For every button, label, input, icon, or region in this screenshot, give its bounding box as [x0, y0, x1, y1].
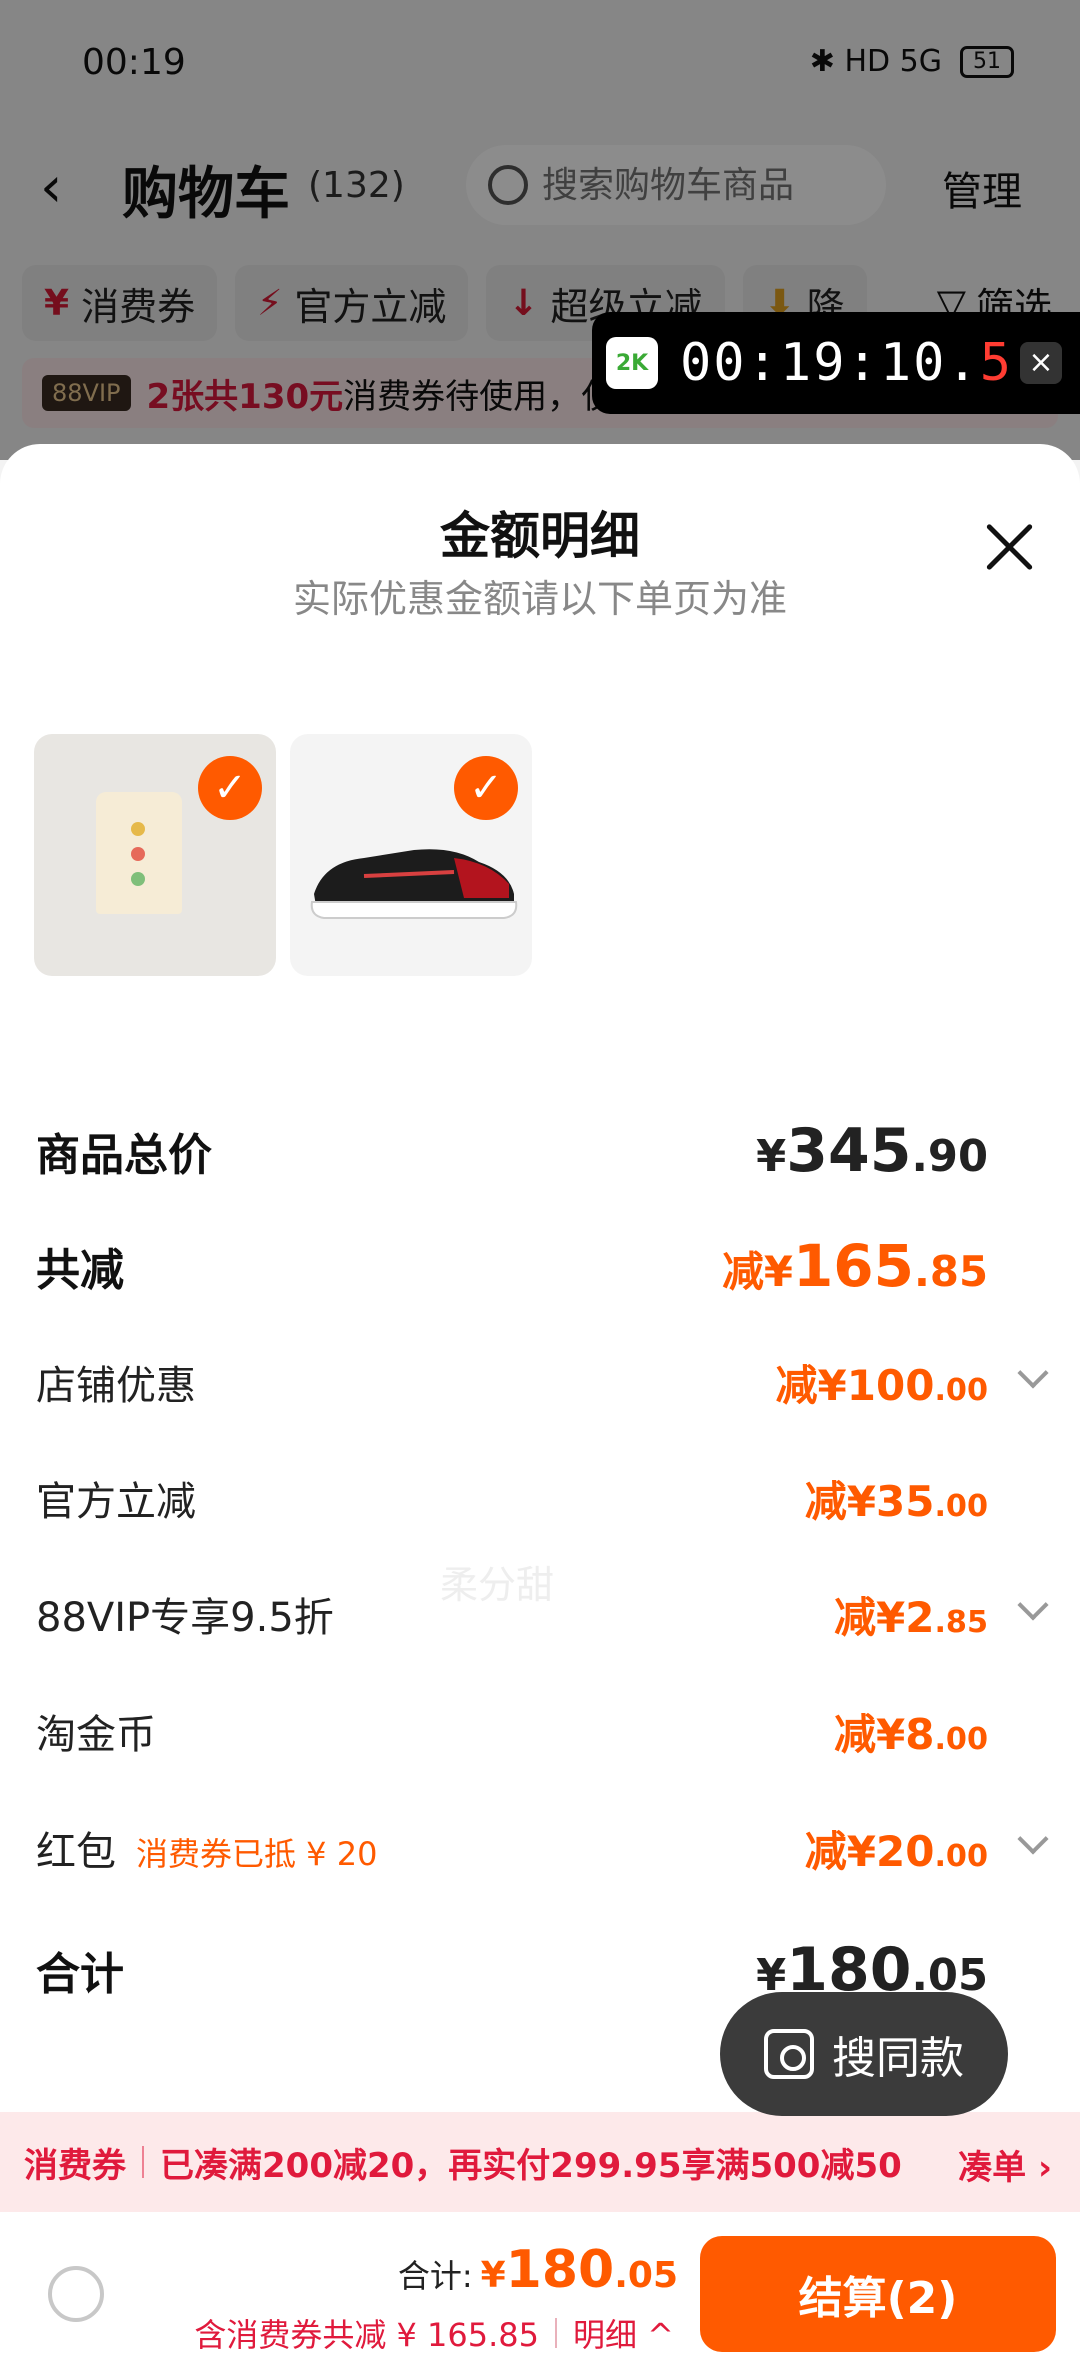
select-all-checkbox[interactable]: [48, 2266, 104, 2322]
recorder-logo-icon: 2K: [606, 337, 658, 389]
row-amount: 减¥100.00: [775, 1360, 988, 1410]
image-search-icon: [764, 2029, 814, 2079]
row-label: 淘金币: [36, 1712, 156, 1758]
product-thumbnail-shoe[interactable]: ✓: [290, 734, 532, 976]
selected-check-icon[interactable]: ✓: [198, 756, 262, 820]
divider: [555, 2318, 557, 2348]
row-total-discount: 共减 减¥165.85: [36, 1226, 1044, 1306]
total-label: 合计:: [397, 2257, 473, 2295]
total-amount: ¥180.05: [480, 2240, 678, 2300]
promo-text: 已凑满200减20，再实付299.95享满500减50: [160, 2145, 902, 2186]
chevron-down-icon[interactable]: [1017, 1357, 1049, 1389]
recorder-time: 00:19:10.5: [680, 333, 1014, 393]
savings-text: 含消费券共减 ¥ 165.85: [194, 2316, 539, 2354]
row-amount: 减¥20.00: [804, 1826, 988, 1876]
row-shop-discount[interactable]: 店铺优惠 减¥100.00: [36, 1342, 1049, 1422]
row-label: 红包 消费券已抵 ¥ 20: [36, 1829, 378, 1875]
row-taojinbi: 淘金币 减¥8.00: [36, 1691, 1044, 1771]
button-label: 搜同款: [832, 2033, 964, 2084]
close-icon[interactable]: [984, 522, 1034, 572]
row-label: 88VIP专享9.5折: [36, 1595, 334, 1641]
checkout-bar: 合计: ¥180.05 含消费券共减 ¥ 165.85 明细 ^ 结算(2): [0, 2212, 1080, 2376]
row-amount: 减¥35.00: [804, 1476, 988, 1526]
row-label: 店铺优惠: [36, 1363, 196, 1409]
row-label: 合计: [36, 1949, 124, 2000]
row-label: 共减: [36, 1245, 124, 1296]
search-same-style-button[interactable]: 搜同款: [720, 1992, 1008, 2116]
selected-products: ✓ ✓: [34, 734, 532, 976]
recorder-close-icon[interactable]: ×: [1020, 342, 1062, 384]
add-on-link[interactable]: 凑单 ›: [958, 2140, 1052, 2189]
chevron-down-icon[interactable]: [1017, 1823, 1049, 1855]
row-vip-discount[interactable]: 88VIP专享9.5折 减¥2.85: [36, 1574, 1049, 1654]
checkout-button[interactable]: 结算(2): [700, 2236, 1056, 2352]
selected-check-icon[interactable]: ✓: [454, 756, 518, 820]
row-amount: 减¥165.85: [722, 1232, 988, 1300]
row-official-discount: 官方立减 减¥35.00: [36, 1458, 1044, 1538]
row-red-packet[interactable]: 红包 消费券已抵 ¥ 20 减¥20.00: [36, 1808, 1049, 1888]
row-amount: ¥345.90: [756, 1116, 988, 1186]
chevron-down-icon[interactable]: [1017, 1589, 1049, 1621]
row-total-price: 商品总价 ¥345.90: [36, 1111, 1044, 1191]
coupon-promo-bar[interactable]: 消费券 已凑满200减20，再实付299.95享满500减50 凑单 ›: [0, 2112, 1080, 2212]
amount-detail-sheet: 金额明细 实际优惠金额请以下单页为准 ✓ ✓ 柔分甜 商品总价 ¥345.90: [0, 444, 1080, 2114]
coupon-applied-note: 消费券已抵 ¥ 20: [136, 1835, 378, 1873]
promo-tag: 消费券: [24, 2145, 126, 2186]
screen-recorder-timer[interactable]: 2K 00:19:10.5 ×: [592, 312, 1080, 414]
divider: [142, 2146, 144, 2178]
shoe-product-image: [310, 849, 518, 919]
row-label: 商品总价: [36, 1130, 212, 1181]
row-label: 官方立减: [36, 1479, 196, 1525]
row-amount: 减¥8.00: [833, 1709, 988, 1759]
savings-line: 含消费券共减 ¥ 165.85 明细 ^: [194, 2310, 674, 2356]
detail-toggle[interactable]: 明细 ^: [573, 2310, 674, 2356]
sheet-subtitle: 实际优惠金额请以下单页为准: [292, 577, 787, 621]
product-thumbnail-towel[interactable]: ✓: [34, 734, 276, 976]
towel-product-image: [96, 792, 182, 914]
checkout-total: 合计: ¥180.05: [398, 2240, 678, 2300]
row-amount: 减¥2.85: [833, 1592, 988, 1642]
sheet-title: 金额明细: [440, 507, 640, 565]
